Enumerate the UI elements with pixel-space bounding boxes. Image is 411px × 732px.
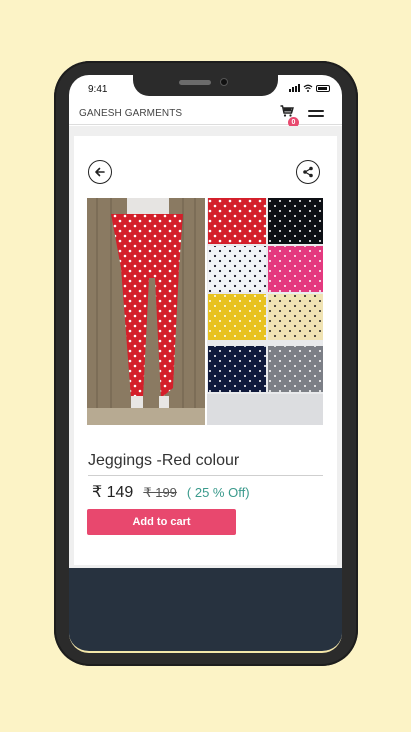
- app-header: GANESH GARMENTS 0: [69, 101, 342, 128]
- original-price: ₹ 199: [143, 485, 177, 500]
- product-price: ₹ 149: [92, 484, 134, 501]
- signal-icon: [289, 84, 300, 92]
- footer-area: [69, 568, 342, 651]
- title-divider: [88, 475, 323, 476]
- front-camera: [220, 78, 228, 86]
- cart-icon: [280, 105, 294, 117]
- content-area: Jeggings -Red colour ₹ 149 ₹ 199 ( 25 % …: [69, 126, 342, 568]
- price-row: ₹ 149 ₹ 199 ( 25 % Off): [92, 482, 250, 502]
- product-photo: [87, 198, 323, 425]
- phone-notch: [133, 75, 278, 96]
- speaker-grille: [179, 80, 211, 85]
- share-icon: [303, 166, 313, 178]
- status-time: 9:41: [88, 84, 108, 95]
- product-title: Jeggings -Red colour: [88, 452, 240, 469]
- arrow-left-icon: [95, 167, 105, 177]
- battery-icon: [316, 85, 330, 92]
- back-button[interactable]: [88, 160, 112, 184]
- cart-button[interactable]: 0: [280, 105, 299, 128]
- wifi-icon: [303, 84, 313, 92]
- menu-button[interactable]: [308, 110, 324, 120]
- hamburger-menu-icon: [308, 110, 324, 112]
- brand-name[interactable]: GANESH GARMENTS: [79, 108, 182, 119]
- status-icons: [289, 84, 330, 92]
- product-image[interactable]: [87, 198, 323, 425]
- add-to-cart-button[interactable]: Add to cart: [87, 509, 236, 535]
- discount-label: ( 25 % Off): [186, 485, 250, 500]
- phone-screen: 9:41 GANESH GARMENTS 0 Jeggings -Red col…: [69, 75, 342, 653]
- share-button[interactable]: [296, 160, 320, 184]
- product-card: Jeggings -Red colour ₹ 149 ₹ 199 ( 25 % …: [74, 136, 337, 565]
